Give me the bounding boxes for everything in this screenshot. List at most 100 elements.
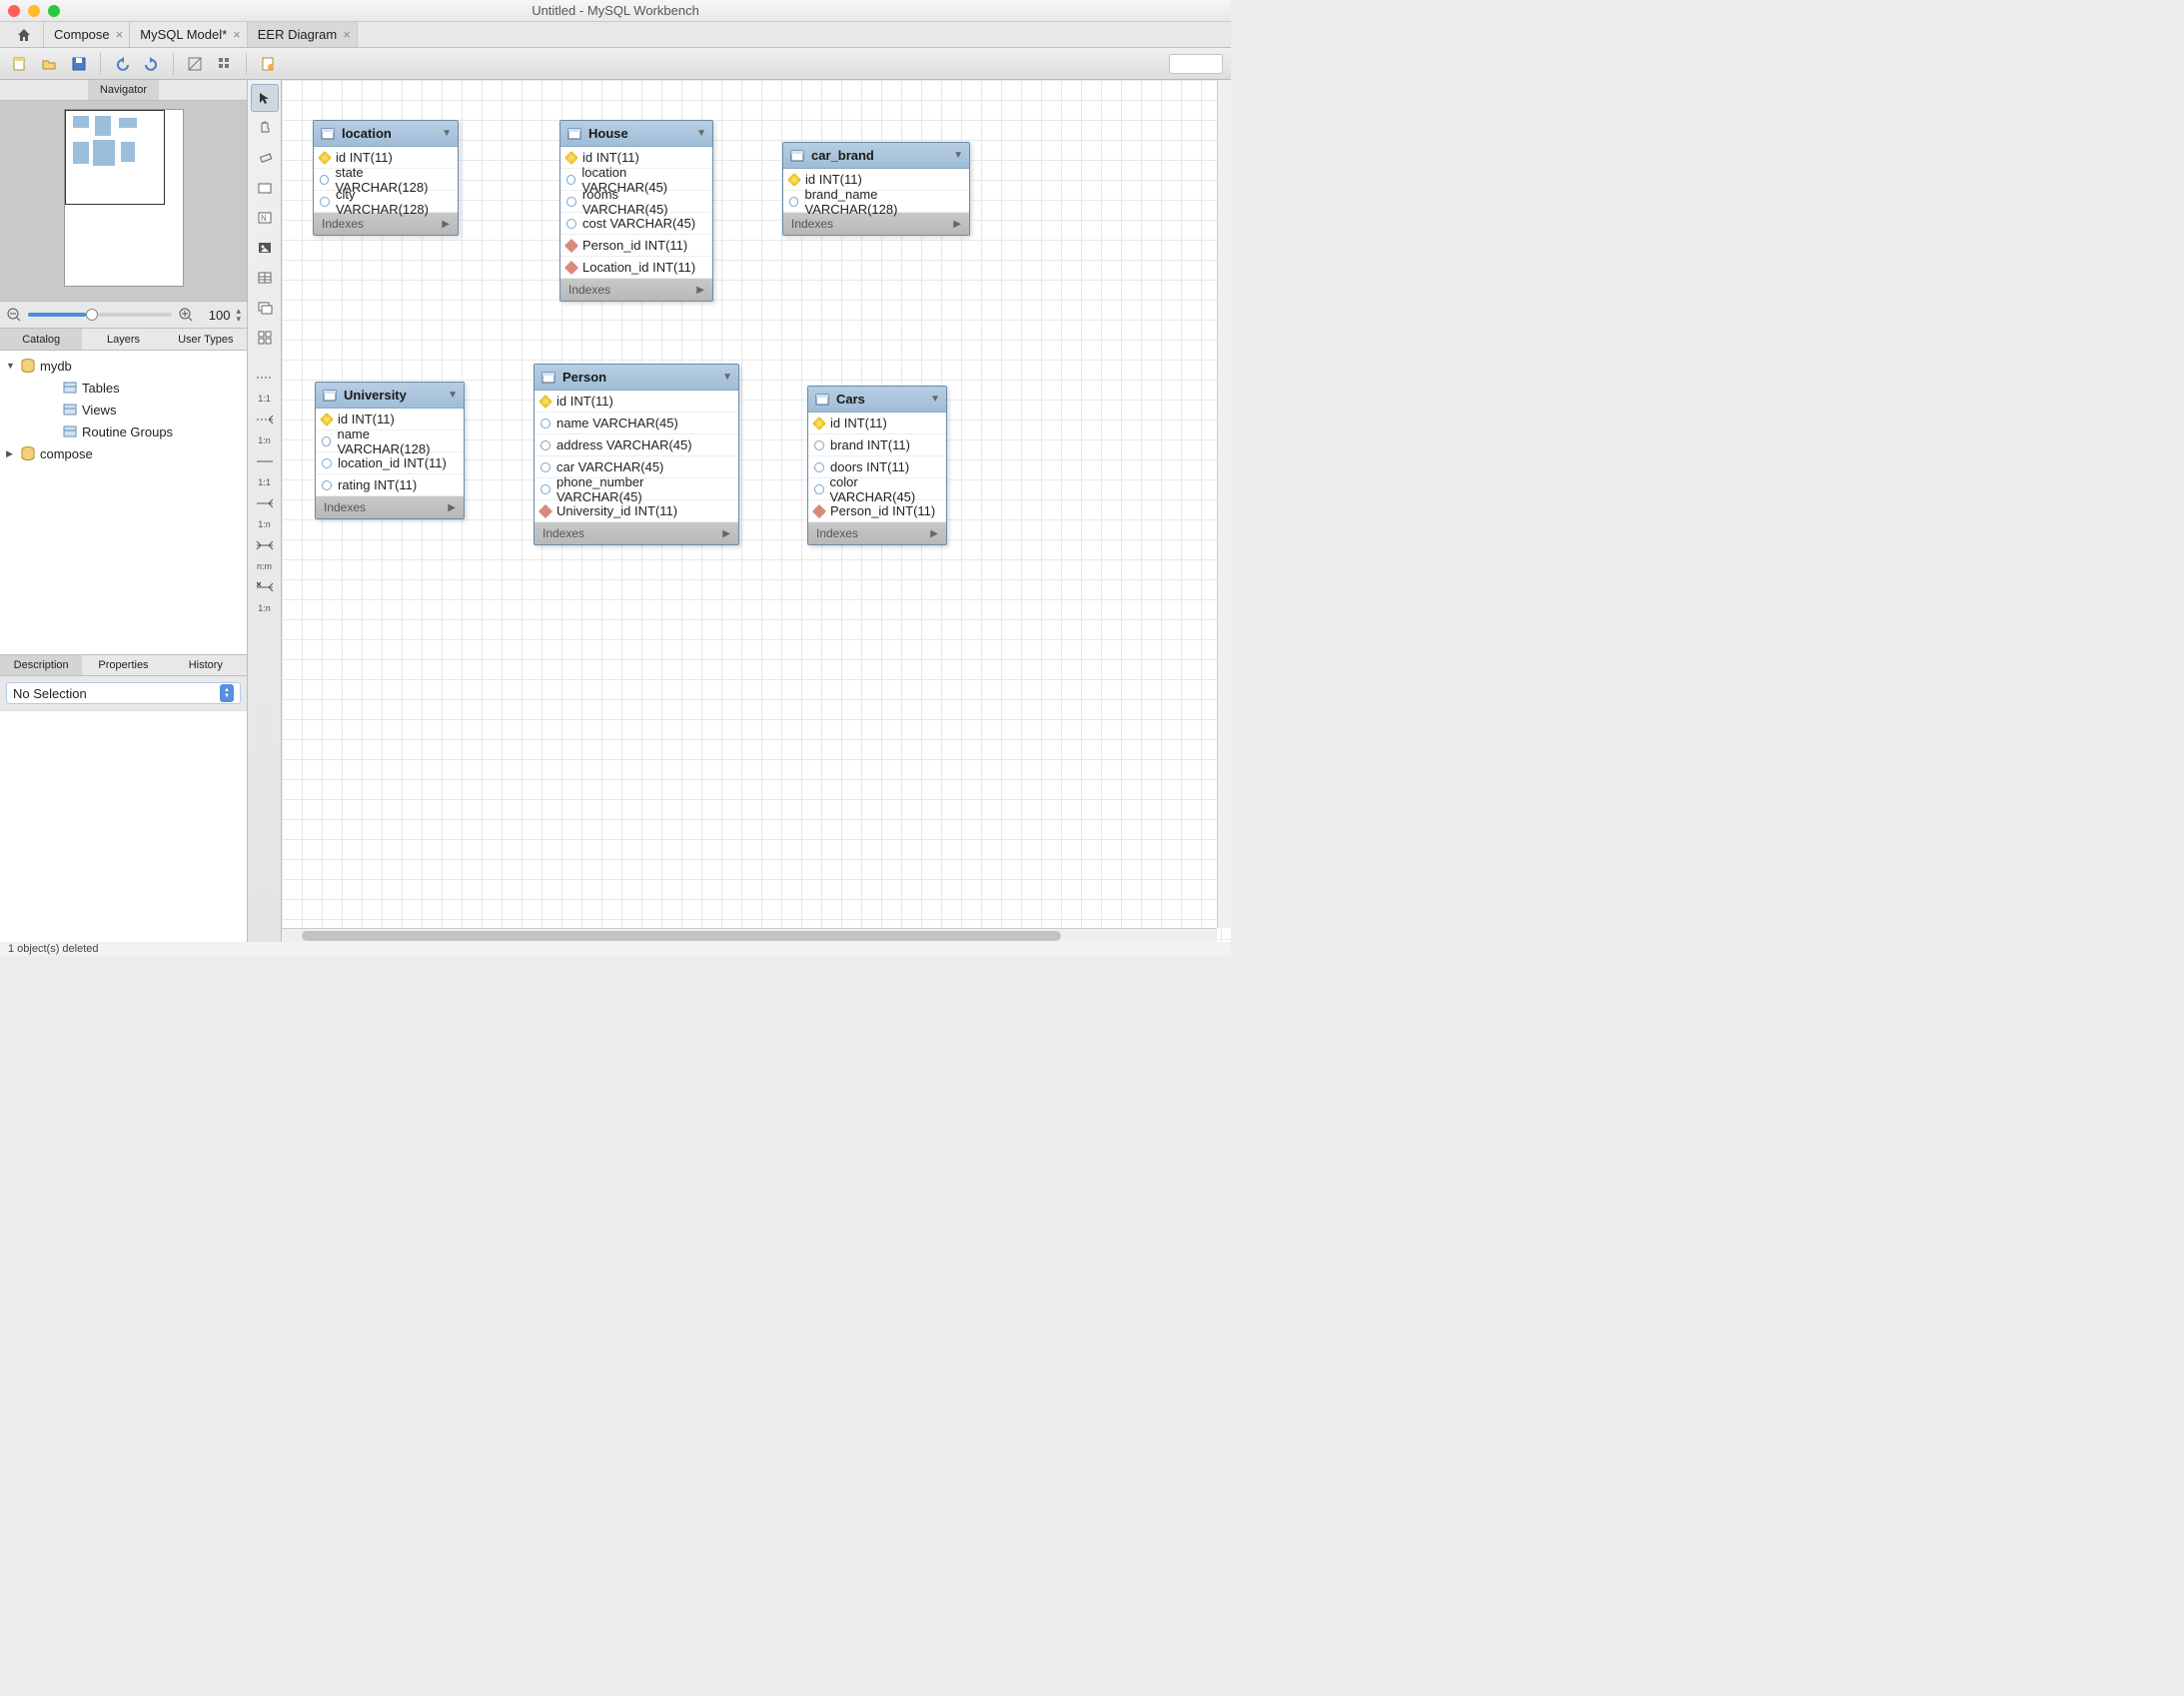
redo-button[interactable] — [139, 52, 165, 76]
collapse-icon[interactable]: ▼ — [448, 390, 458, 401]
column-row[interactable]: brand INT(11) — [808, 434, 946, 456]
entity-car_brand[interactable]: car_brand▼id INT(11)brand_name VARCHAR(1… — [782, 142, 970, 236]
entity-indexes-footer[interactable]: Indexes▶ — [316, 496, 464, 518]
column-row[interactable]: rating INT(11) — [316, 474, 464, 496]
rel-existing-tool[interactable] — [251, 573, 279, 601]
entity-header[interactable]: car_brand▼ — [783, 143, 969, 169]
collapse-icon[interactable]: ▼ — [442, 128, 452, 139]
column-row[interactable]: cost VARCHAR(45) — [560, 213, 712, 235]
routine-tool[interactable] — [251, 324, 279, 352]
column-row[interactable]: Location_id INT(11) — [560, 257, 712, 279]
column-row[interactable]: id INT(11) — [535, 391, 738, 413]
vertical-scrollbar[interactable] — [1217, 80, 1231, 928]
tab-mysql-model-[interactable]: MySQL Model*× — [130, 22, 248, 47]
note-tool[interactable]: N — [251, 204, 279, 232]
validate-button[interactable] — [255, 52, 281, 76]
home-tab[interactable] — [4, 22, 44, 47]
zoom-in-icon[interactable] — [178, 307, 194, 323]
collapse-icon[interactable]: ▼ — [696, 128, 706, 139]
column-row[interactable]: id INT(11) — [808, 413, 946, 434]
toggle-grid-button[interactable] — [182, 52, 208, 76]
image-tool[interactable] — [251, 234, 279, 262]
pointer-tool[interactable] — [251, 84, 279, 112]
entity-header[interactable]: House▼ — [560, 121, 712, 147]
column-row[interactable]: Person_id INT(11) — [560, 235, 712, 257]
tab-close-icon[interactable]: × — [343, 27, 351, 42]
zoom-out-icon[interactable] — [6, 307, 22, 323]
zoom-value[interactable]: 100 — [200, 308, 230, 323]
new-file-button[interactable] — [6, 52, 32, 76]
entity-indexes-footer[interactable]: Indexes▶ — [535, 522, 738, 544]
undo-button[interactable] — [109, 52, 135, 76]
expand-icon[interactable]: ▶ — [696, 285, 704, 296]
history-tab[interactable]: History — [165, 655, 247, 675]
expand-icon[interactable]: ▶ — [930, 528, 938, 539]
open-file-button[interactable] — [36, 52, 62, 76]
layer-tool[interactable] — [251, 174, 279, 202]
save-button[interactable] — [66, 52, 92, 76]
entity-header[interactable]: Person▼ — [535, 365, 738, 391]
tree-item-tables[interactable]: Tables — [0, 377, 247, 399]
layers-tab[interactable]: Layers — [82, 329, 164, 350]
description-select[interactable]: No Selection ▲▼ — [6, 682, 241, 704]
triangle-right-icon[interactable]: ▶ — [6, 448, 16, 459]
collapse-icon[interactable]: ▼ — [953, 150, 963, 161]
description-tab[interactable]: Description — [0, 655, 82, 675]
entity-indexes-footer[interactable]: Indexes▶ — [808, 522, 946, 544]
eraser-tool[interactable] — [251, 144, 279, 172]
expand-icon[interactable]: ▶ — [442, 219, 450, 230]
column-row[interactable]: brand_name VARCHAR(128) — [783, 191, 969, 213]
entity-header[interactable]: Cars▼ — [808, 387, 946, 413]
entity-cars[interactable]: Cars▼id INT(11)brand INT(11)doors INT(11… — [807, 386, 947, 545]
horizontal-scrollbar[interactable] — [282, 928, 1217, 942]
properties-tab[interactable]: Properties — [82, 655, 164, 675]
user-types-tab[interactable]: User Types — [165, 329, 247, 350]
column-row[interactable]: name VARCHAR(128) — [316, 430, 464, 452]
view-tool[interactable] — [251, 294, 279, 322]
column-row[interactable]: phone_number VARCHAR(45) — [535, 478, 738, 500]
tab-close-icon[interactable]: × — [116, 27, 124, 42]
column-row[interactable]: location_id INT(11) — [316, 452, 464, 474]
minimap[interactable] — [0, 101, 247, 301]
entity-house[interactable]: House▼id INT(11)location VARCHAR(45)room… — [559, 120, 713, 302]
expand-icon[interactable]: ▶ — [722, 528, 730, 539]
expand-icon[interactable]: ▶ — [448, 502, 456, 513]
expand-icon[interactable]: ▶ — [953, 219, 961, 230]
collapse-icon[interactable]: ▼ — [722, 372, 732, 383]
hand-tool[interactable] — [251, 114, 279, 142]
rel-1-1-nonid-tool[interactable] — [251, 364, 279, 392]
column-row[interactable]: city VARCHAR(128) — [314, 191, 458, 213]
triangle-down-icon[interactable]: ▼ — [6, 361, 16, 371]
tree-item-views[interactable]: Views — [0, 399, 247, 421]
tab-eer-diagram[interactable]: EER Diagram× — [248, 22, 358, 47]
tree-item-mydb[interactable]: ▼mydb — [0, 355, 247, 377]
column-row[interactable]: color VARCHAR(45) — [808, 478, 946, 500]
collapse-icon[interactable]: ▼ — [930, 394, 940, 405]
tab-compose[interactable]: Compose× — [44, 22, 130, 47]
rel-n-m-tool[interactable] — [251, 531, 279, 559]
zoom-slider[interactable] — [28, 313, 172, 317]
catalog-tree[interactable]: ▼mydbTablesViewsRoutine Groups▶compose — [0, 351, 247, 654]
tree-item-compose[interactable]: ▶compose — [0, 442, 247, 464]
rel-1-1-id-tool[interactable] — [251, 447, 279, 475]
toolbar-search-input[interactable] — [1169, 54, 1223, 74]
align-button[interactable] — [212, 52, 238, 76]
entity-header[interactable]: University▼ — [316, 383, 464, 409]
zoom-stepper-icon[interactable]: ▴▾ — [236, 307, 241, 323]
diagram-canvas[interactable]: location▼id INT(11)state VARCHAR(128)cit… — [282, 80, 1231, 942]
entity-indexes-footer[interactable]: Indexes▶ — [560, 279, 712, 301]
entity-person[interactable]: Person▼id INT(11)name VARCHAR(45)address… — [534, 364, 739, 545]
tab-close-icon[interactable]: × — [233, 27, 241, 42]
entity-location[interactable]: location▼id INT(11)state VARCHAR(128)cit… — [313, 120, 459, 236]
column-row[interactable]: address VARCHAR(45) — [535, 434, 738, 456]
catalog-tab[interactable]: Catalog — [0, 329, 82, 350]
entity-university[interactable]: University▼id INT(11)name VARCHAR(128)lo… — [315, 382, 465, 519]
rel-1-n-nonid-tool[interactable] — [251, 406, 279, 433]
navigator-tab[interactable]: Navigator — [88, 80, 159, 100]
rel-1-n-id-tool[interactable] — [251, 489, 279, 517]
entity-header[interactable]: location▼ — [314, 121, 458, 147]
column-row[interactable]: rooms VARCHAR(45) — [560, 191, 712, 213]
tree-item-routine-groups[interactable]: Routine Groups — [0, 421, 247, 442]
table-tool[interactable] — [251, 264, 279, 292]
column-row[interactable]: name VARCHAR(45) — [535, 413, 738, 434]
